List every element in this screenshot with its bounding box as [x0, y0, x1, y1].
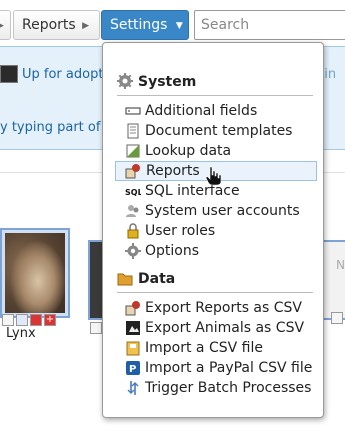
search-input[interactable] — [194, 10, 345, 40]
document-templates-icon — [125, 123, 141, 139]
menu-item-export-animals-csv[interactable]: Export Animals as CSV — [115, 318, 317, 338]
animal-card-right[interactable]: N — [322, 240, 345, 320]
lynx-photo — [5, 233, 65, 313]
animal-name-lynx[interactable]: Lynx — [6, 326, 36, 341]
data-section-heading: Data — [117, 268, 175, 290]
gear-icon — [117, 73, 133, 89]
menu-item-label: Additional fields — [145, 103, 258, 119]
menu-item-label: System user accounts — [145, 203, 300, 219]
reports-icon — [125, 163, 141, 179]
menu-item-trigger-batch-processes[interactable]: Trigger Batch Processes — [115, 378, 317, 398]
additional-fields-icon — [125, 103, 141, 119]
lock-icon — [125, 223, 141, 239]
svg-text:P: P — [129, 364, 136, 375]
separator-arrow-icon: ▶ — [0, 21, 4, 31]
batch-icon — [125, 380, 141, 396]
home-icon — [331, 312, 343, 324]
menu-item-additional-fields[interactable]: Additional fields — [115, 101, 317, 121]
data-heading-label: Data — [138, 271, 176, 287]
caret-down-icon: ▼ — [175, 21, 183, 31]
nav-settings-button[interactable]: Settings ▼ — [101, 10, 189, 40]
menu-item-label: Export Reports as CSV — [145, 300, 302, 316]
medical-plus-icon: + — [44, 314, 56, 326]
menu-item-label: SQL interface — [145, 183, 240, 199]
import-csv-icon — [125, 340, 141, 356]
gear-icon — [125, 243, 141, 259]
export-animals-icon — [125, 320, 141, 336]
menu-item-label: Document templates — [145, 123, 293, 139]
folder-icon — [117, 270, 133, 286]
menu-item-label: Export Animals as CSV — [145, 320, 305, 336]
menu-item-label: User roles — [145, 223, 216, 239]
data-divider — [117, 292, 313, 293]
menu-item-label: Options — [145, 243, 200, 259]
no-photo-placeholder: N — [336, 258, 345, 272]
system-heading-label: System — [138, 74, 197, 90]
document-icon — [16, 314, 28, 326]
home-icon — [2, 314, 14, 326]
menu-item-label: Import a PayPal CSV file — [145, 360, 313, 376]
sql-icon: SQL — [125, 183, 141, 199]
nav-previous-button[interactable]: ▶ — [0, 10, 11, 40]
nav-reports-label: Reports — [22, 17, 76, 33]
nav-reports-button[interactable]: Reports ▶ — [13, 10, 100, 40]
system-divider — [117, 95, 313, 96]
paypal-icon: P — [125, 360, 141, 376]
right-card-icons — [331, 310, 345, 326]
menu-item-label: Reports — [146, 163, 200, 179]
animal-card-lynx[interactable] — [0, 228, 70, 318]
system-section-heading: System — [117, 71, 196, 93]
menu-item-document-templates[interactable]: Document templates — [115, 121, 317, 141]
menu-item-import-paypal-csv[interactable]: P Import a PayPal CSV file — [115, 358, 317, 378]
animal-thumbnail-icon — [0, 65, 18, 83]
flag-icon — [30, 314, 42, 326]
search-hint-text: y typing part of n — [0, 120, 113, 135]
separator-arrow-icon: ▶ — [82, 21, 90, 31]
users-icon — [125, 203, 141, 219]
settings-dropdown-menu: System Additional fields Document templa… — [102, 42, 324, 418]
menu-item-label: Lookup data — [145, 143, 232, 159]
menu-item-export-reports-csv[interactable]: Export Reports as CSV — [115, 298, 317, 318]
lookup-data-icon — [125, 143, 141, 159]
menu-item-system-user-accounts[interactable]: System user accounts — [115, 201, 317, 221]
export-reports-icon — [125, 300, 141, 316]
up-for-adoption-link[interactable]: Up for adopt — [22, 67, 103, 82]
menu-item-import-csv[interactable]: Import a CSV file — [115, 338, 317, 358]
svg-text:SQL: SQL — [125, 188, 141, 197]
nav-settings-label: Settings — [110, 17, 168, 33]
top-nav-bar: ▶ Reports ▶ Settings ▼ — [0, 0, 345, 44]
hand-cursor-icon — [205, 166, 222, 186]
menu-item-lookup-data[interactable]: Lookup data — [115, 141, 317, 161]
home-icon — [90, 322, 102, 334]
menu-item-options[interactable]: Options — [115, 241, 317, 261]
menu-item-label: Import a CSV file — [145, 340, 263, 356]
menu-item-user-roles[interactable]: User roles — [115, 221, 317, 241]
menu-item-label: Trigger Batch Processes — [145, 380, 312, 396]
